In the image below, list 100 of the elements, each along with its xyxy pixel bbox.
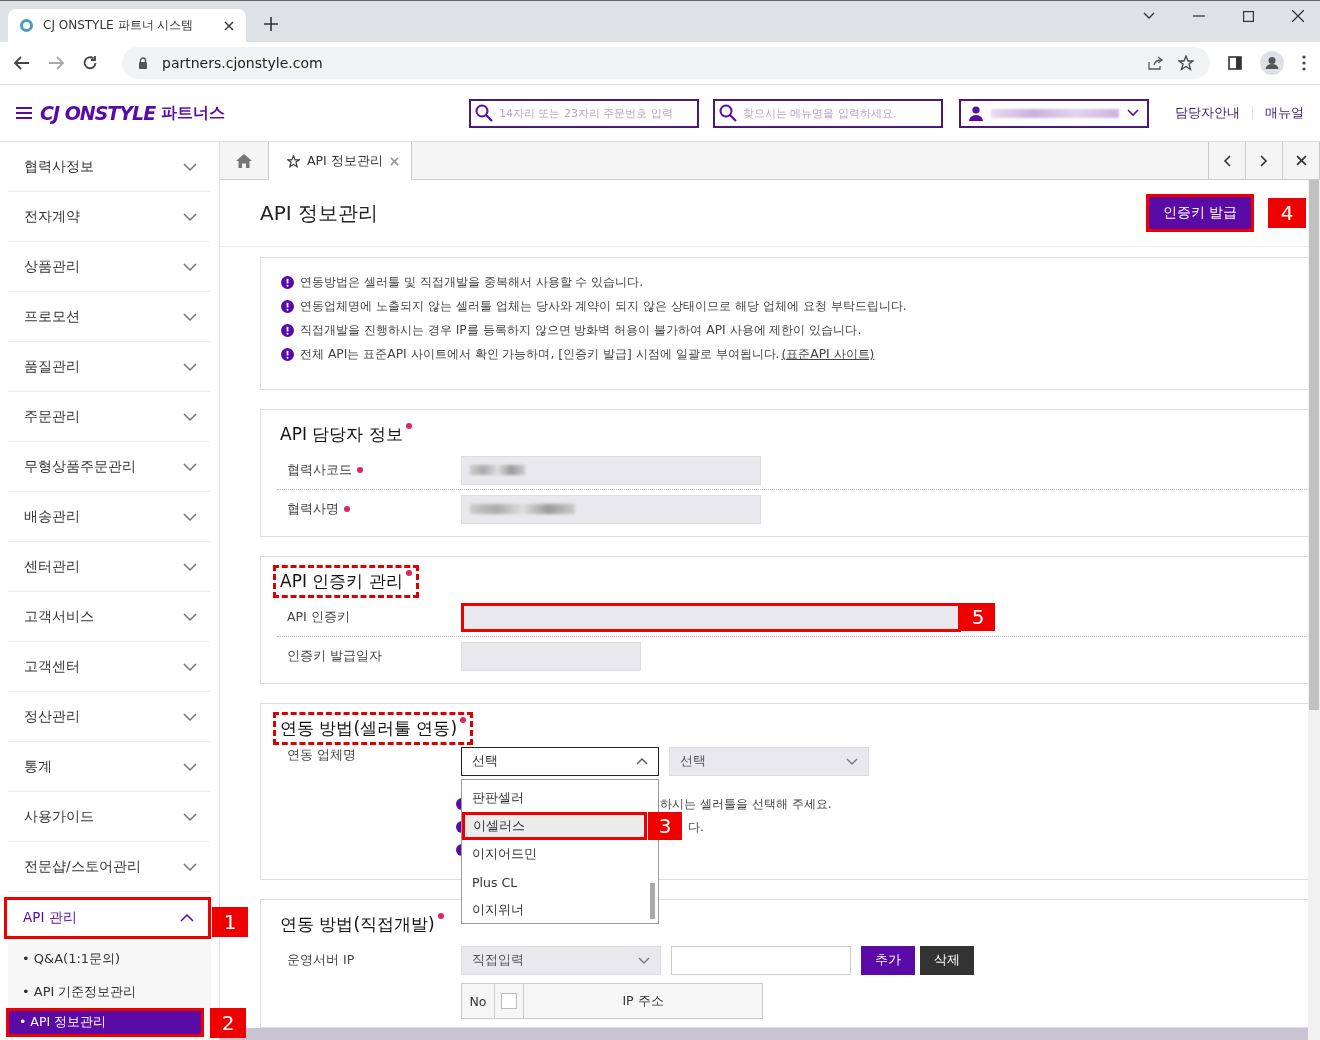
chevron-up-icon [180, 914, 194, 922]
chevron-down-icon [183, 812, 197, 821]
notice-text: 연동방법은 셀러툴 및 직접개발을 중복해서 사용할 수 있습니다. [300, 274, 644, 291]
chevron-down-icon [183, 712, 197, 721]
dropdown-option[interactable]: 판판셀러 [462, 784, 647, 812]
chevron-down-icon [183, 662, 197, 671]
close-icon [1295, 155, 1307, 166]
dropdown-option[interactable]: Plus CL [462, 868, 647, 896]
field-label: 협력사코드 [277, 461, 451, 479]
home-icon [236, 153, 252, 168]
user-icon [969, 105, 983, 121]
sidebar-item[interactable]: 전자계약 [8, 192, 211, 242]
section-title: 연동 방법(셀러툴 연동) [273, 712, 474, 745]
field-label: 인증키 발급일자 [286, 647, 383, 665]
scrollbar[interactable] [1308, 180, 1320, 1040]
notice-text: 연동업체명에 노출되지 않는 셀러툴 업체는 당사와 계약이 되지 않은 상태이므로 해당 업체에 요청 부탁드립니다. [300, 298, 907, 315]
field-label: 운영서버 IP [286, 951, 356, 969]
chevron-down-icon [183, 512, 197, 521]
dropdown-option[interactable]: 이지어드민 [462, 840, 647, 868]
chevron-down-icon [183, 762, 197, 771]
sidebar-item[interactable]: 통계 [8, 742, 211, 792]
help-text: 하시는 셀러툴을 선택해 주세요. [660, 795, 832, 813]
close-icon[interactable] [1292, 10, 1304, 22]
browser-tab[interactable]: CJ ONSTYLE 파트너 시스템 [8, 9, 246, 42]
column-header: IP 주소 [621, 991, 665, 1010]
sidebar-item[interactable]: 상품관리 [8, 242, 211, 292]
section-title: API 인증키 관리 [273, 565, 419, 598]
sidebar-item[interactable]: 품질관리 [8, 342, 211, 392]
sidebar-subitem[interactable]: • API 정보관리 [6, 1008, 204, 1037]
sidebar-item[interactable]: 정산관리 [8, 692, 211, 742]
sidebar-item[interactable]: 사용가이드 [8, 792, 211, 842]
header-link[interactable]: 매뉴얼 [1265, 104, 1304, 122]
menu-search-field[interactable]: 찾으시는 메뉴명을 입력하세요. [713, 98, 943, 128]
dropdown-option[interactable]: 이지위너 [462, 896, 647, 924]
sidebar-item[interactable]: 고객센터 [8, 642, 211, 692]
standard-api-link[interactable]: (표준API 사이트) [781, 347, 875, 361]
star-icon[interactable] [1178, 55, 1194, 71]
new-tab-icon[interactable] [264, 17, 278, 31]
chevron-left-icon [1223, 154, 1231, 167]
page-tab[interactable]: API 정보관리 [269, 142, 412, 180]
ip-input-field[interactable] [671, 945, 851, 975]
add-button[interactable]: 추가 [861, 945, 915, 975]
more-icon[interactable] [1302, 55, 1306, 71]
sidebar-item[interactable]: 협력사정보 [8, 142, 211, 192]
issue-key-button[interactable]: 인증키 발급 [1145, 194, 1254, 232]
sidebar-subitem[interactable]: • Q&A(1:1문의) [8, 942, 211, 975]
chevron-down-icon [183, 312, 197, 321]
share-icon[interactable] [1148, 56, 1164, 70]
chevron-down-icon [183, 162, 197, 171]
lock-icon [138, 57, 148, 69]
callout-number: 4 [1268, 198, 1306, 228]
account-dropdown[interactable] [959, 98, 1149, 128]
side-panel-icon[interactable] [1228, 56, 1242, 70]
chevron-down-icon [183, 362, 197, 371]
chevron-right-icon [1260, 154, 1268, 167]
maximize-icon[interactable] [1243, 10, 1254, 22]
url-text: partners.cjonstyle.com [162, 55, 323, 71]
order-search-field[interactable]: 14자리 또는 23자리 주문번호 입력 [469, 98, 699, 128]
column-header: No [462, 984, 495, 1018]
alert-icon [281, 300, 294, 313]
menu-icon[interactable] [16, 106, 32, 120]
field-label: 연동 업체명 [286, 747, 357, 764]
chevron-down-icon [183, 212, 197, 221]
sidebar-item[interactable]: 배송관리 [8, 492, 211, 542]
field-label: API 인증키 [286, 608, 351, 626]
tab-title: CJ ONSTYLE 파트너 시스템 [43, 17, 195, 34]
close-icon[interactable] [224, 20, 234, 31]
tool-select[interactable]: 선택 [669, 747, 869, 776]
profile-icon[interactable] [1260, 51, 1284, 75]
ip-type-select[interactable]: 직접입력 [461, 945, 661, 975]
sidebar-item[interactable]: 프로모션 [8, 292, 211, 342]
back-icon[interactable] [14, 56, 30, 70]
sidebar-item[interactable]: 무형상품주문관리 [8, 442, 211, 492]
sidebar-item[interactable]: 고객서비스 [8, 592, 211, 642]
dropdown-option[interactable]: 이셀러스 [462, 812, 647, 840]
chevron-down-icon [183, 612, 197, 621]
scrollbar-thumb[interactable] [650, 883, 655, 919]
header-link[interactable]: 담당자안내 [1175, 104, 1240, 122]
chevron-up-icon [636, 758, 648, 765]
delete-button[interactable]: 삭제 [920, 945, 974, 975]
sidebar-item[interactable]: API 관리 [4, 897, 211, 939]
sidebar-item[interactable]: 주문관리 [8, 392, 211, 442]
page-title: API 정보관리 [260, 199, 378, 227]
caret-icon[interactable] [1143, 12, 1155, 20]
field-label: 협력사명 [277, 500, 451, 518]
alert-icon [281, 324, 294, 337]
alert-icon [281, 348, 294, 361]
chevron-down-icon [638, 956, 650, 964]
vendor-select[interactable]: 선택 [461, 747, 659, 776]
horizontal-scrollbar[interactable] [220, 1028, 1308, 1040]
sidebar-item[interactable]: 센터관리 [8, 542, 211, 592]
address-bar[interactable]: partners.cjonstyle.com [122, 47, 1210, 79]
sidebar-subitem[interactable]: • API 기준정보관리 [8, 975, 211, 1008]
chevron-down-icon [183, 462, 197, 471]
checkbox[interactable] [501, 993, 517, 1009]
sidebar-item[interactable]: 전문샵/스토어관리 [8, 842, 211, 892]
section-title: API 담당자 정보 [273, 418, 419, 451]
reload-icon[interactable] [82, 55, 98, 71]
logo-subtitle: 파트너스 [161, 102, 226, 124]
chevron-down-icon [183, 562, 197, 571]
